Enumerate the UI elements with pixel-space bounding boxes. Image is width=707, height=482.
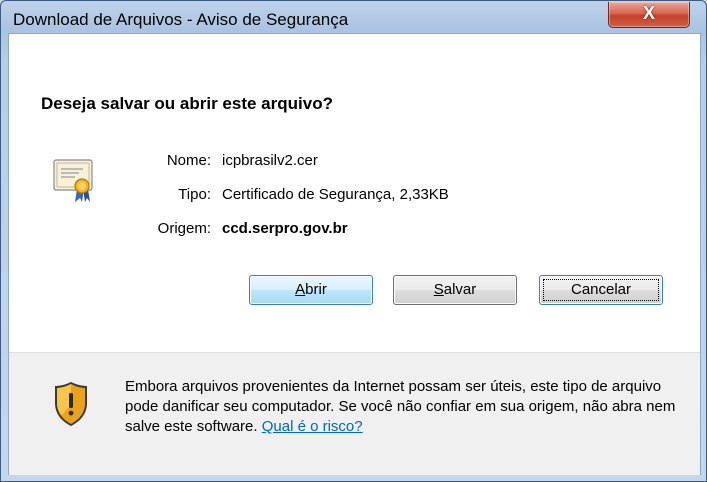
dialog-body: Deseja salvar ou abrir este arquivo? Nom… — [8, 33, 701, 475]
title-bar[interactable]: Download de Arquivos - Aviso de Seguranç… — [1, 1, 706, 33]
cancel-button[interactable]: Cancelar — [539, 275, 663, 305]
security-warning-text: Embora arquivos provenientes da Internet… — [125, 378, 676, 435]
security-warning-panel: Embora arquivos provenientes da Internet… — [9, 352, 700, 475]
security-warning: Embora arquivos provenientes da Internet… — [125, 377, 685, 437]
security-shield-icon — [55, 382, 87, 426]
save-label: alvar — [443, 281, 477, 298]
open-mnemonic: A — [295, 281, 306, 298]
save-button[interactable]: Salvar — [393, 275, 517, 305]
window-title: Download de Arquivos - Aviso de Seguranç… — [13, 10, 349, 29]
type-value: Certificado de Segurança, 2,33KB — [222, 186, 449, 203]
open-label: brir — [305, 281, 327, 298]
download-dialog-window: Download de Arquivos - Aviso de Seguranç… — [0, 0, 707, 482]
risk-link[interactable]: Qual é o risco? — [262, 418, 363, 435]
dialog-question: Deseja salvar ou abrir este arquivo? — [41, 94, 333, 113]
close-button[interactable]: X — [608, 2, 690, 28]
close-icon: X — [642, 3, 655, 23]
focus-rectangle — [543, 279, 659, 301]
name-value: icpbrasilv2.cer — [222, 152, 318, 169]
name-label: Nome: — [166, 152, 211, 169]
open-button[interactable]: Abrir — [249, 275, 373, 305]
type-label: Tipo: — [178, 186, 211, 203]
certificate-icon — [53, 159, 93, 202]
origin-value: ccd.serpro.gov.br — [222, 220, 348, 237]
origin-label: Origem: — [157, 220, 211, 237]
save-mnemonic: S — [433, 281, 444, 298]
